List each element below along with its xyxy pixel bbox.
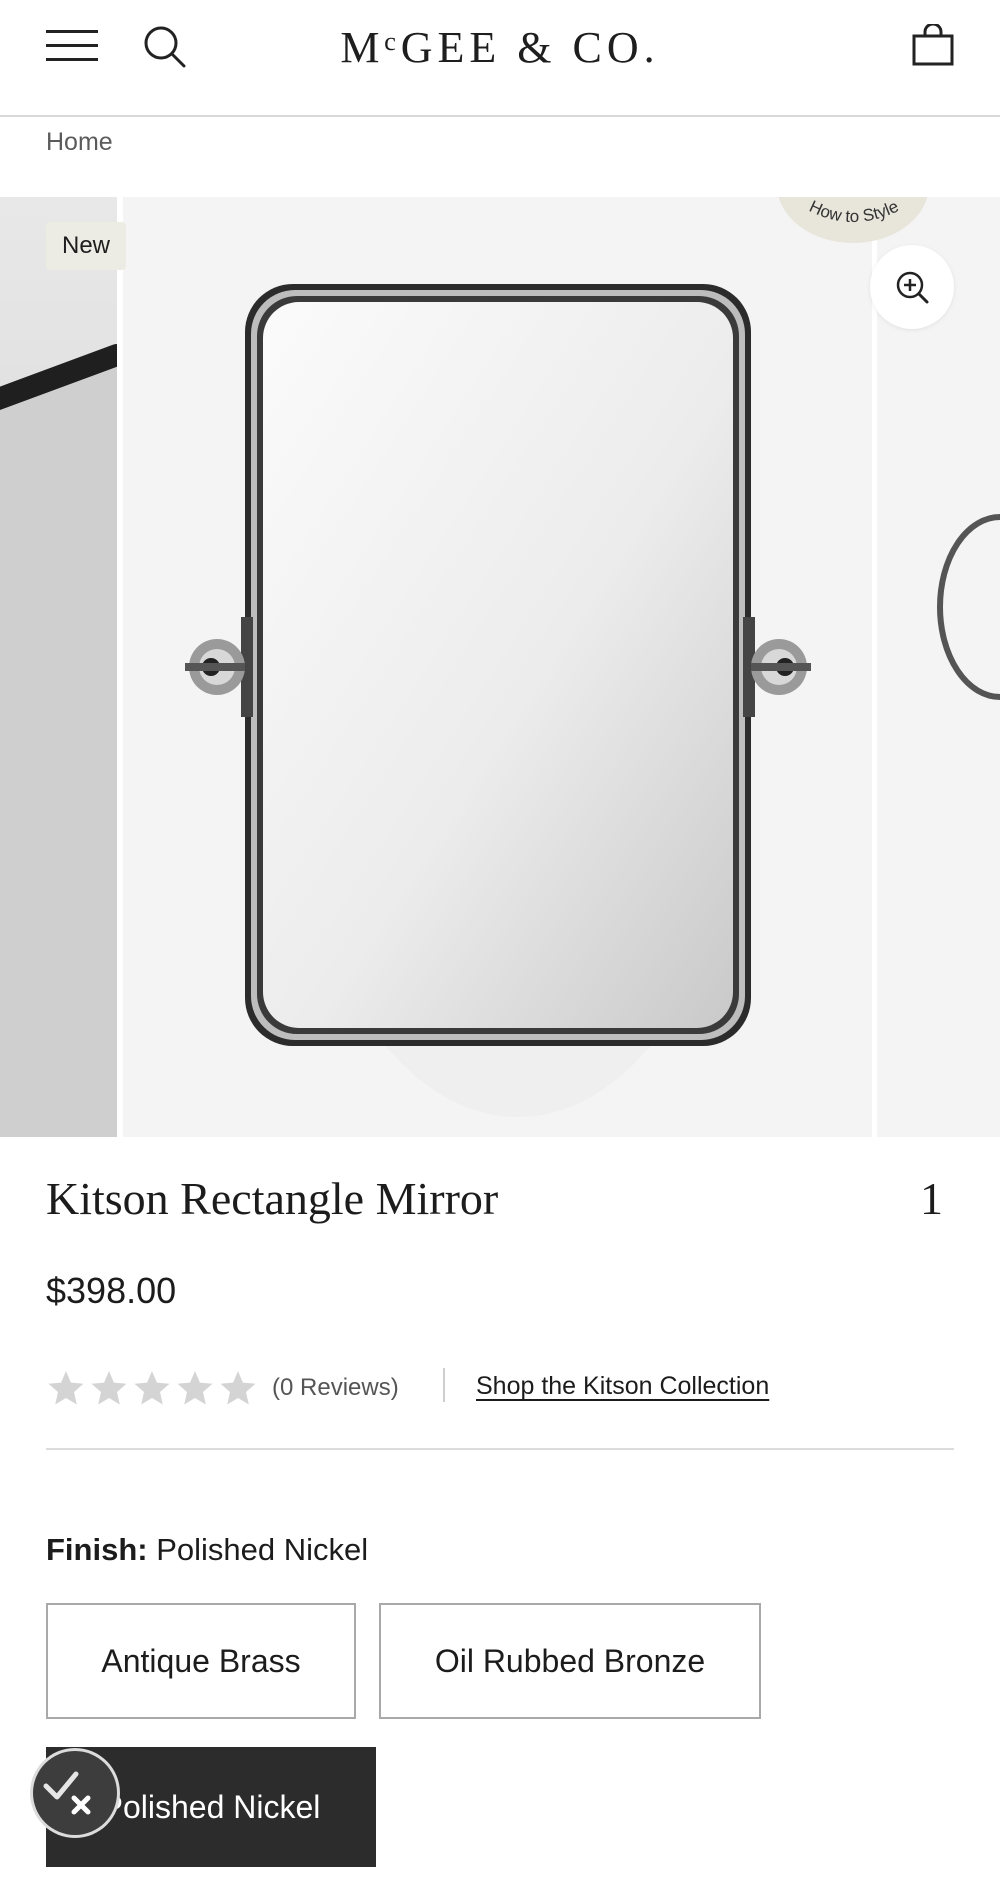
star-icon (220, 1371, 256, 1405)
consent-toggle-button[interactable] (30, 1748, 120, 1838)
finish-option-antique-brass[interactable]: Antique Brass (46, 1603, 356, 1719)
product-price: $398.00 (46, 1270, 177, 1311)
check-close-icon (43, 1771, 91, 1815)
gallery-slide-next[interactable] (877, 197, 1000, 1137)
next-slide-image (937, 514, 1000, 700)
finish-option-oil-rubbed-bronze[interactable]: Oil Rubbed Bronze (379, 1603, 761, 1719)
finish-label: Finish: Polished Nickel (46, 1532, 368, 1568)
star-icon (48, 1371, 84, 1405)
slide-counter: 1 (920, 1173, 943, 1224)
reviews-count[interactable]: (0 Reviews) (272, 1374, 399, 1402)
star-rating[interactable] (46, 1368, 256, 1408)
gallery-slide-previous[interactable] (0, 197, 117, 1137)
finish-label-title: Finish: (46, 1532, 148, 1567)
site-header: MᶜGEE & CO. (0, 0, 1000, 117)
product-title: Kitson Rectangle Mirror (46, 1173, 499, 1224)
finish-selected-value: Polished Nickel (156, 1532, 369, 1567)
section-divider (46, 1448, 954, 1450)
shop-collection-link[interactable]: Shop the Kitson Collection (476, 1372, 769, 1401)
zoom-button[interactable] (870, 245, 954, 329)
brand-logo[interactable]: MᶜGEE & CO. (0, 22, 1000, 73)
shopping-bag-icon[interactable] (912, 24, 954, 66)
star-icon (177, 1371, 213, 1405)
previous-slide-image (0, 344, 117, 1137)
product-gallery[interactable]: New How to Style (0, 197, 1000, 1137)
rating-row: (0 Reviews) Shop the Kitson Collection (46, 1364, 956, 1412)
svg-text:How to Style: How to Style (806, 197, 901, 226)
star-icon (134, 1371, 170, 1405)
gallery-slide-main[interactable] (123, 197, 872, 1137)
mirror-image (185, 284, 811, 1117)
zoom-in-icon (896, 271, 929, 304)
breadcrumb-home[interactable]: Home (46, 128, 113, 157)
new-badge: New (46, 222, 127, 270)
rating-divider (443, 1368, 445, 1402)
star-icon (91, 1371, 127, 1405)
